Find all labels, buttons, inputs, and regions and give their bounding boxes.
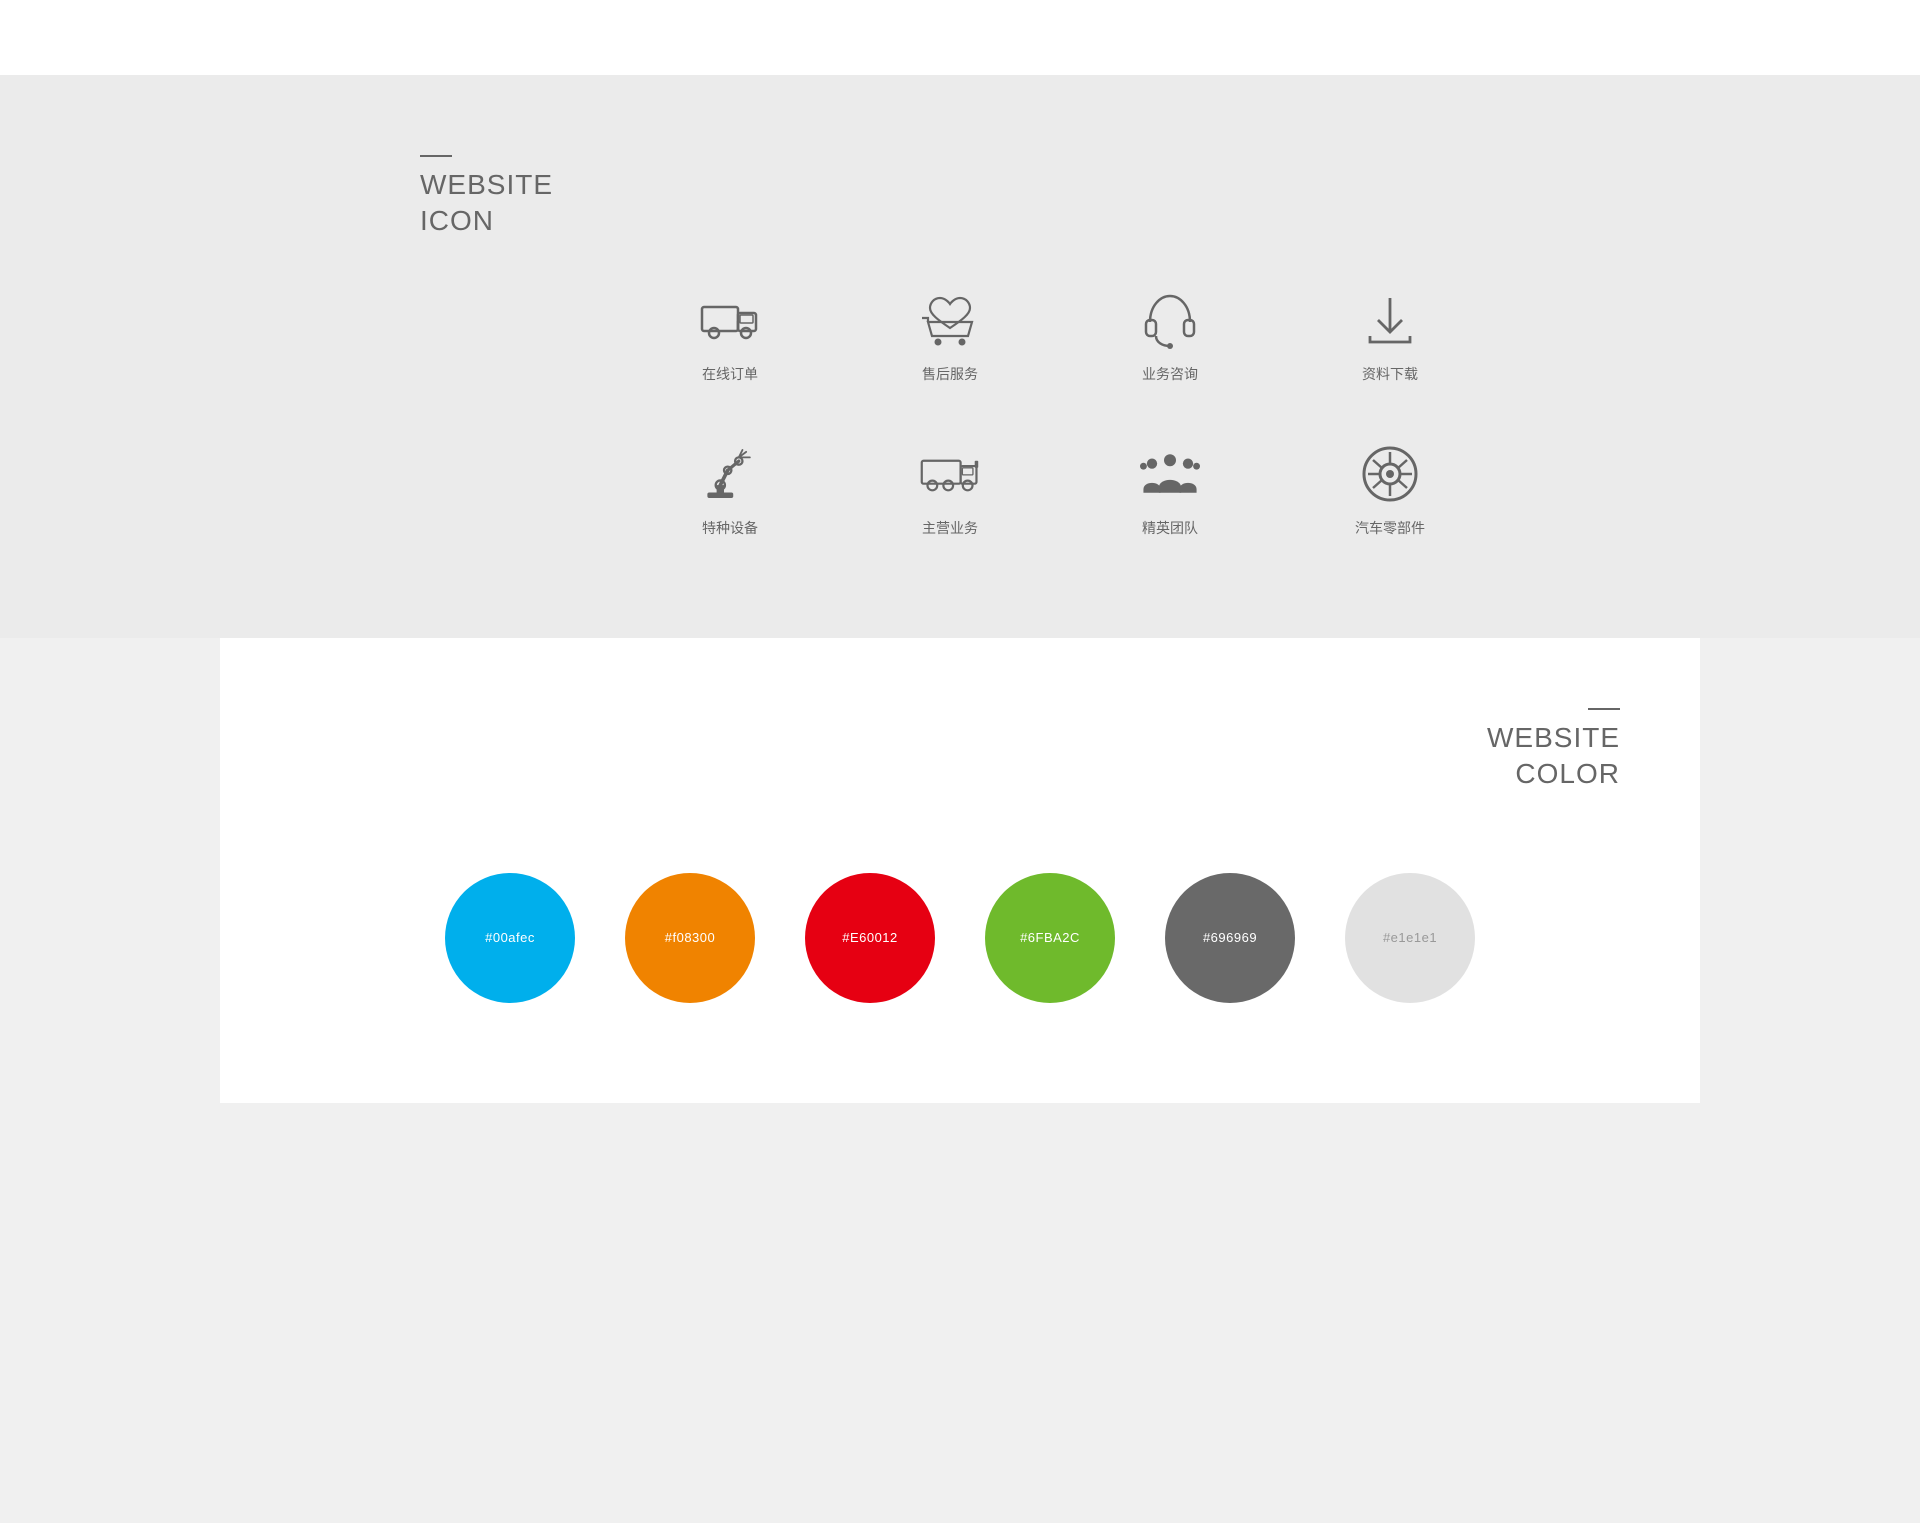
- robot-arm-icon: [700, 444, 760, 504]
- label-line-icon: [420, 155, 452, 157]
- color-label-green: #6FBA2C: [1020, 930, 1080, 945]
- top-bar: [0, 0, 1920, 75]
- icon-label-business-consult: 业务咨询: [1142, 364, 1198, 384]
- color-swatch-blue: #00afec: [445, 873, 575, 1003]
- icon-section: WEBSITE ICON: [0, 75, 1920, 638]
- color-palette: #00afec #f08300 #E60012 #6FBA2C #696969 …: [300, 873, 1620, 1003]
- icon-label-online-order: 在线订单: [702, 364, 758, 384]
- icon-item-special-equipment: 特种设备: [620, 444, 840, 538]
- website-icon-label: WEBSITE ICON: [420, 155, 1500, 240]
- color-swatch-orange: #f08300: [625, 873, 755, 1003]
- icon-item-after-sales: 售后服务: [840, 290, 1060, 384]
- icon-label-special-equipment: 特种设备: [702, 518, 758, 538]
- truck-big-icon: [920, 444, 980, 504]
- color-swatch-green: #6FBA2C: [985, 873, 1115, 1003]
- icon-item-auto-parts: 汽车零部件: [1280, 444, 1500, 538]
- bottom-area: [0, 1103, 1920, 1403]
- icon-item-online-order: 在线订单: [620, 290, 840, 384]
- headset-icon: [1140, 290, 1200, 350]
- icon-label-data-download: 资料下载: [1362, 364, 1418, 384]
- icon-item-data-download: 资料下载: [1280, 290, 1500, 384]
- website-icon-title: WEBSITE ICON: [420, 167, 1500, 240]
- wheel-icon: [1360, 444, 1420, 504]
- icon-item-main-business: 主营业务: [840, 444, 1060, 538]
- color-swatch-red: #E60012: [805, 873, 935, 1003]
- color-section-wrapper: WEBSITE COLOR #00afec #f08300 #E60012 #6…: [0, 638, 1920, 1523]
- icon-label-after-sales: 售后服务: [922, 364, 978, 384]
- website-color-title: WEBSITE COLOR: [300, 720, 1620, 793]
- download-icon: [1360, 290, 1420, 350]
- color-label-gray-dark: #696969: [1203, 930, 1257, 945]
- color-swatch-gray-light: #e1e1e1: [1345, 873, 1475, 1003]
- color-label-orange: #f08300: [665, 930, 716, 945]
- label-line-color: [1588, 708, 1620, 710]
- color-section-card: WEBSITE COLOR #00afec #f08300 #E60012 #6…: [220, 638, 1700, 1103]
- icon-label-main-business: 主营业务: [922, 518, 978, 538]
- website-color-label: WEBSITE COLOR: [300, 708, 1620, 793]
- icons-grid: 在线订单 售后服务: [620, 290, 1500, 538]
- color-swatch-gray-dark: #696969: [1165, 873, 1295, 1003]
- icon-label-elite-team: 精英团队: [1142, 518, 1198, 538]
- icon-item-elite-team: 精英团队: [1060, 444, 1280, 538]
- cart-heart-icon: [920, 290, 980, 350]
- color-label-blue: #00afec: [485, 930, 535, 945]
- color-label-red: #E60012: [842, 930, 898, 945]
- color-label-gray-light: #e1e1e1: [1383, 930, 1437, 945]
- truck-icon: [700, 290, 760, 350]
- team-icon: [1140, 444, 1200, 504]
- icon-label-auto-parts: 汽车零部件: [1355, 518, 1425, 538]
- icon-item-business-consult: 业务咨询: [1060, 290, 1280, 384]
